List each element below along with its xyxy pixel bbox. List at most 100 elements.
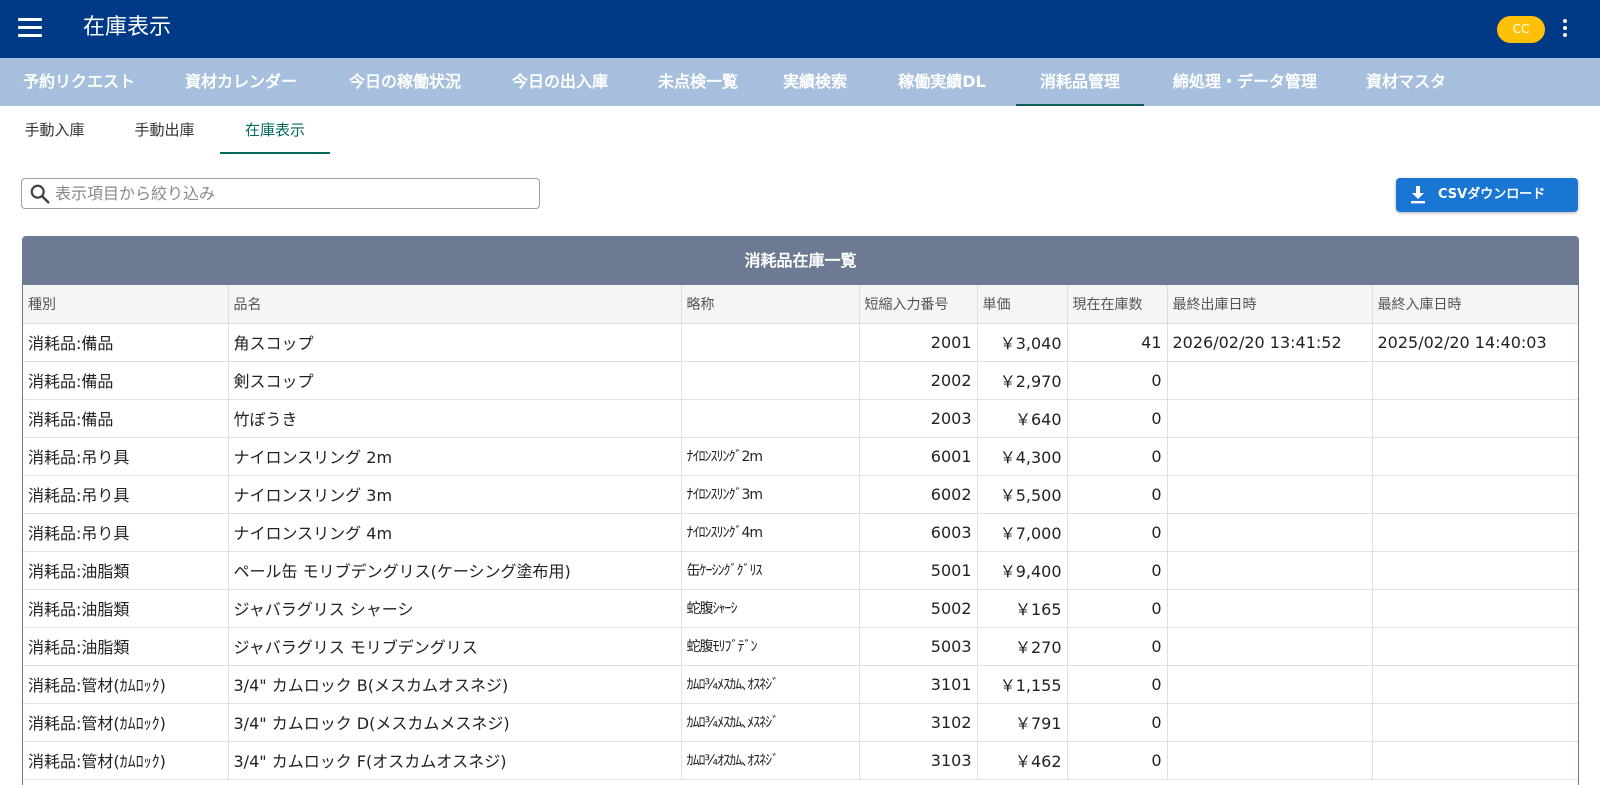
table-row[interactable]: 消耗品:管材(ｶﾑﾛｯｸ) 3/4" カムロック B(メスカムオスネジ) ｶﾑﾛ¾ﾒ… <box>23 665 1578 704</box>
last-receipt-cell <box>1372 589 1578 628</box>
last-receipt-cell <box>1372 475 1578 514</box>
user-avatar[interactable]: CC <box>1497 16 1545 43</box>
abbreviation-cell <box>681 361 860 400</box>
unit-price-cell: ￥791 <box>977 703 1068 742</box>
table-row[interactable]: 消耗品:備品 竹ぼうき 2003 ￥640 0 <box>23 399 1578 438</box>
last-receipt-cell <box>1372 551 1578 590</box>
last-issue-cell <box>1167 437 1373 476</box>
last-receipt-cell <box>1372 665 1578 704</box>
download-icon <box>1411 186 1425 204</box>
tab-material-master[interactable]: 資材マスタ <box>1346 58 1466 106</box>
table-row[interactable]: 消耗品:管材(ｶﾑﾛｯｸ) 3/4" カムロック F(オスカムオスネジ) ｶﾑﾛ¾ｵ… <box>23 741 1578 780</box>
tab-material-calendar[interactable]: 資材カレンダー <box>158 58 324 106</box>
tab-todays-in-out[interactable]: 今日の出入庫 <box>486 58 634 106</box>
unit-price-cell: ￥165 <box>977 589 1068 628</box>
category-cell: 消耗品:吊り具 <box>23 475 229 514</box>
csv-download-button[interactable]: CSVダウンロード <box>1396 178 1578 212</box>
tab-closing-data-management[interactable]: 締処理・データ管理 <box>1144 58 1346 106</box>
short-code-cell: 2002 <box>859 361 978 400</box>
item-name-cell: ナイロンスリング 2m <box>228 437 682 476</box>
item-name-cell: ナイロンスリング 3m <box>228 475 682 514</box>
menu-icon[interactable] <box>18 18 42 38</box>
item-name-cell: 3/4" カムロック B(メスカムオスネジ) <box>228 665 682 704</box>
column-header-current-stock[interactable]: 現在在庫数 <box>1067 285 1168 324</box>
category-cell: 消耗品:管材(ｶﾑﾛｯｸ) <box>23 703 229 742</box>
unit-price-cell: ￥462 <box>977 741 1068 780</box>
last-issue-cell <box>1167 513 1373 552</box>
table-row[interactable]: 消耗品:備品 角スコップ 2001 ￥3,040 41 2026/02/20 13:41:… <box>23 323 1578 362</box>
category-cell: 消耗品:管材(ｶﾑﾛｯｸ) <box>23 665 229 704</box>
column-header-last-receipt[interactable]: 最終入庫日時 <box>1372 285 1578 324</box>
unit-price-cell: ￥4,300 <box>977 437 1068 476</box>
search-icon <box>30 184 50 204</box>
abbreviation-cell: 蛇腹ｼｬｰｼ <box>681 589 860 628</box>
more-vert-icon[interactable] <box>1558 19 1572 39</box>
table-row[interactable]: 消耗品:油脂類 ジャバラグリス シャーシ 蛇腹ｼｬｰｼ 5002 ￥165 0 <box>23 589 1578 628</box>
item-name-cell: 竹ぼうき <box>228 399 682 438</box>
column-header-short-code[interactable]: 短縮入力番号 <box>859 285 978 324</box>
column-header-item-name[interactable]: 品名 <box>228 285 682 324</box>
sub-nav: 手動入庫 手動出庫 在庫表示 <box>0 106 1600 154</box>
last-receipt-cell <box>1372 703 1578 742</box>
subtab-inventory-display[interactable]: 在庫表示 <box>220 106 330 154</box>
item-name-cell: 剣スコップ <box>228 361 682 400</box>
last-issue-cell: 2026/02/20 13:41:52 <box>1167 323 1373 362</box>
last-issue-cell <box>1167 589 1373 628</box>
short-code-cell: 3102 <box>859 703 978 742</box>
table-row[interactable]: 消耗品:吊り具 ナイロンスリング 3m ﾅｲﾛﾝｽﾘﾝｸﾞ3m 6002 ￥5,500 0 <box>23 475 1578 514</box>
item-name-cell: ペール缶 モリブデングリス(ケーシング塗布用) <box>228 551 682 590</box>
last-issue-cell <box>1167 551 1373 590</box>
unit-price-cell: ￥3,040 <box>977 323 1068 362</box>
stock-cell: 0 <box>1067 627 1168 666</box>
unit-price-cell: ￥2,970 <box>977 361 1068 400</box>
category-cell: 消耗品:吊り具 <box>23 513 229 552</box>
short-code-cell: 3101 <box>859 665 978 704</box>
stock-cell: 0 <box>1067 551 1168 590</box>
tab-uninspected-list[interactable]: 未点検一覧 <box>634 58 762 106</box>
tab-consumables-management[interactable]: 消耗品管理 <box>1016 58 1144 106</box>
unit-price-cell: ￥270 <box>977 627 1068 666</box>
tab-todays-operation[interactable]: 今日の稼働状況 <box>324 58 486 106</box>
stock-cell: 0 <box>1067 475 1168 514</box>
table-row[interactable]: 消耗品:管材(ｶﾑﾛｯｸ) 3/4" カムロック D(メスカムメスネジ) ｶﾑﾛ¾ﾒ… <box>23 703 1578 742</box>
category-cell: 消耗品:油脂類 <box>23 627 229 666</box>
table-row[interactable]: 消耗品:油脂類 ペール缶 モリブデングリス(ケーシング塗布用) 缶ｹｰｼﾝｸﾞｸﾞﾘ… <box>23 551 1578 590</box>
search-box[interactable] <box>21 178 540 209</box>
stock-cell: 0 <box>1067 361 1168 400</box>
last-issue-cell <box>1167 361 1373 400</box>
column-header-abbreviation[interactable]: 略称 <box>681 285 860 324</box>
unit-price-cell: ￥1,155 <box>977 665 1068 704</box>
column-header-unit-price[interactable]: 単価 <box>977 285 1068 324</box>
last-receipt-cell <box>1372 437 1578 476</box>
category-cell: 消耗品:油脂類 <box>23 589 229 628</box>
table-row[interactable]: 消耗品:吊り具 ナイロンスリング 4m ﾅｲﾛﾝｽﾘﾝｸﾞ4m 6003 ￥7,000 0 <box>23 513 1578 552</box>
tab-operation-results-dl[interactable]: 稼働実績DL <box>868 58 1016 106</box>
unit-price-cell: ￥640 <box>977 399 1068 438</box>
table-row[interactable]: 消耗品:吊り具 ナイロンスリング 2m ﾅｲﾛﾝｽﾘﾝｸﾞ2m 6001 ￥4,300 0 <box>23 437 1578 476</box>
subtab-manual-issue[interactable]: 手動出庫 <box>109 106 220 154</box>
last-issue-cell <box>1167 703 1373 742</box>
item-name-cell: ナイロンスリング 4m <box>228 513 682 552</box>
table-row[interactable]: 消耗品:油脂類 ジャバラグリス モリブデングリス 蛇腹ﾓﾘﾌﾞﾃﾞﾝ 5003 ￥270… <box>23 627 1578 666</box>
tab-reservation-request[interactable]: 予約リクエスト <box>0 58 158 106</box>
last-issue-cell <box>1167 399 1373 438</box>
short-code-cell: 5001 <box>859 551 978 590</box>
unit-price-cell: ￥7,000 <box>977 513 1068 552</box>
short-code-cell: 5002 <box>859 589 978 628</box>
abbreviation-cell: ｶﾑﾛ¾ﾒｽｶﾑ､ｵｽﾈｼﾞ <box>681 665 860 704</box>
main-nav: 予約リクエスト 資材カレンダー 今日の稼働状況 今日の出入庫 未点検一覧 実績検… <box>0 58 1600 106</box>
table-row[interactable]: 消耗品:備品 剣スコップ 2002 ￥2,970 0 <box>23 361 1578 400</box>
last-issue-cell <box>1167 741 1373 780</box>
item-name-cell: ジャバラグリス シャーシ <box>228 589 682 628</box>
column-header-last-issue[interactable]: 最終出庫日時 <box>1167 285 1373 324</box>
search-input[interactable] <box>55 181 531 206</box>
subtab-manual-receipt[interactable]: 手動入庫 <box>0 106 109 154</box>
app-bar: 在庫表示 CC <box>0 0 1600 58</box>
category-cell: 消耗品:備品 <box>23 323 229 362</box>
column-header-category[interactable]: 種別 <box>23 285 229 324</box>
page-title: 在庫表示 <box>83 15 172 40</box>
abbreviation-cell: ﾅｲﾛﾝｽﾘﾝｸﾞ3m <box>681 475 860 514</box>
short-code-cell: 2003 <box>859 399 978 438</box>
stock-cell: 41 <box>1067 323 1168 362</box>
tab-results-search[interactable]: 実績検索 <box>762 58 868 106</box>
